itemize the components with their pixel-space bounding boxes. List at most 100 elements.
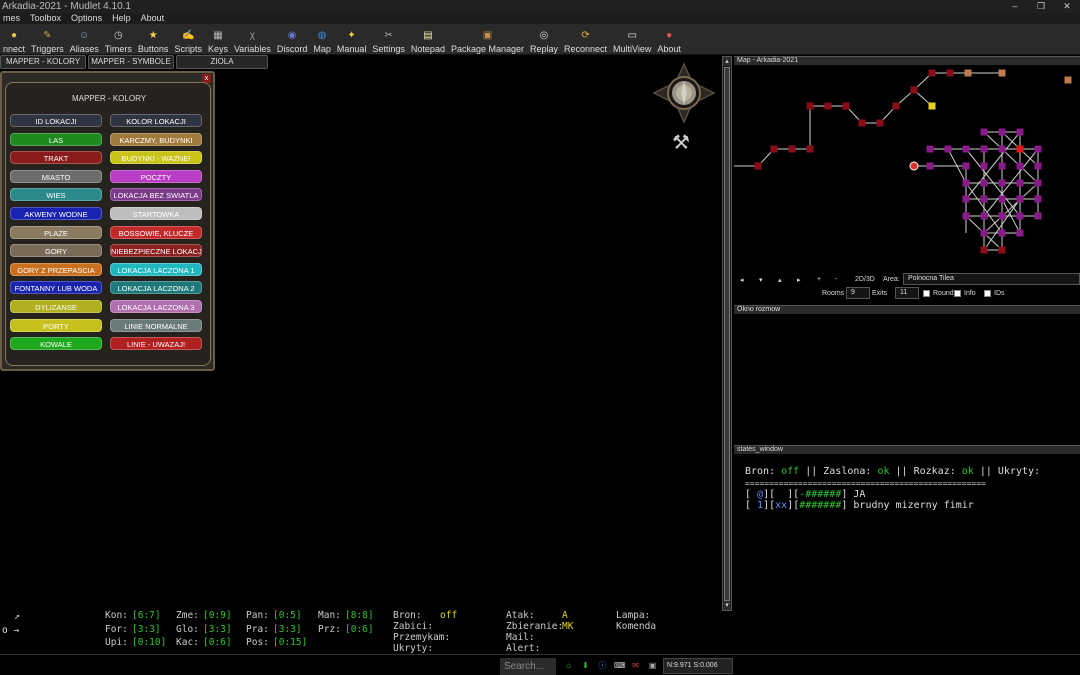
menu-help[interactable]: Help bbox=[109, 13, 138, 24]
map-room[interactable] bbox=[788, 145, 796, 153]
color-button-startowka[interactable]: STARTOWKA bbox=[110, 207, 202, 220]
map-room[interactable] bbox=[928, 102, 936, 110]
map-room[interactable] bbox=[998, 229, 1006, 237]
color-button-linie-uwazaj[interactable]: LINIE - UWAZAJ! bbox=[110, 337, 202, 351]
toolbar-button-keys[interactable]: ▦ Keys bbox=[205, 24, 231, 54]
map-room[interactable] bbox=[892, 102, 900, 110]
map-room[interactable] bbox=[980, 128, 988, 136]
toolbar-button-notepad[interactable]: ▤ Notepad bbox=[408, 24, 448, 54]
color-button-lokacja-laczona-3[interactable]: LOKACJA LACZONA 3 bbox=[110, 300, 202, 313]
map-room[interactable] bbox=[806, 145, 814, 153]
compass-widget[interactable] bbox=[652, 62, 716, 124]
color-button-trakt[interactable]: TRAKT bbox=[10, 151, 102, 165]
map-room[interactable] bbox=[998, 145, 1006, 153]
color-button-porty[interactable]: PORTY bbox=[10, 318, 102, 332]
color-button-budynki-wazne[interactable]: BUDYNKI - WAZNE! bbox=[110, 151, 202, 165]
color-button-kolor-lokacji[interactable]: KOLOR LOKACJI bbox=[110, 114, 202, 127]
keyboard-icon[interactable]: ⌨ bbox=[614, 661, 626, 670]
toolbar-button-reconnect[interactable]: ⟳ Reconnect bbox=[561, 24, 610, 54]
map-room[interactable] bbox=[980, 162, 988, 170]
tab-mapper-kolory[interactable]: MAPPER - KOLORY bbox=[0, 55, 86, 69]
maximize-button[interactable]: ❐ bbox=[1028, 0, 1054, 13]
map-room[interactable] bbox=[980, 212, 988, 220]
menu-about[interactable]: About bbox=[138, 13, 172, 24]
map-room[interactable] bbox=[858, 119, 866, 127]
map-room[interactable] bbox=[964, 69, 972, 77]
toolbar-button-package-manager[interactable]: ▣ Package Manager bbox=[448, 24, 527, 54]
map-room[interactable] bbox=[962, 179, 970, 187]
toolbar-button-variables[interactable]: χ Variables bbox=[231, 24, 274, 54]
map-room[interactable] bbox=[998, 128, 1006, 136]
toolbar-button-triggers[interactable]: ✎ Triggers bbox=[28, 24, 67, 54]
map-room[interactable] bbox=[980, 195, 988, 203]
map-room[interactable] bbox=[998, 195, 1006, 203]
mail-icon[interactable]: ✉ bbox=[631, 661, 640, 670]
color-button-kowale[interactable]: KOWALE bbox=[10, 337, 102, 351]
map-room[interactable] bbox=[962, 195, 970, 203]
color-button-dylizanse[interactable]: DYLIZANSE bbox=[10, 300, 102, 313]
map-room[interactable] bbox=[1034, 212, 1042, 220]
tab-ziola[interactable]: ZIOLA bbox=[176, 55, 268, 69]
color-button-poczty[interactable]: POCZTY bbox=[110, 169, 202, 183]
map-room[interactable] bbox=[1034, 195, 1042, 203]
map-room[interactable] bbox=[1016, 145, 1024, 153]
map-room[interactable] bbox=[770, 145, 778, 153]
map-right-button[interactable]: ▸ bbox=[797, 276, 801, 284]
color-button-lokacja-laczona-1[interactable]: LOKACJA LACZONA 1 bbox=[110, 262, 202, 276]
tools-icon[interactable]: ⚒ bbox=[672, 130, 698, 156]
map-room[interactable] bbox=[1016, 212, 1024, 220]
map-room[interactable] bbox=[876, 119, 884, 127]
tab-mapper-symbole[interactable]: MAPPER - SYMBOLE bbox=[88, 55, 174, 69]
search-input[interactable]: Search... bbox=[500, 658, 556, 675]
scroll-up-icon[interactable]: ▴ bbox=[723, 57, 731, 66]
color-button-miasto[interactable]: MIASTO bbox=[10, 169, 102, 183]
minimize-button[interactable]: – bbox=[1002, 0, 1028, 13]
map-room[interactable] bbox=[1064, 76, 1072, 84]
map-zoom-out-button[interactable]: - bbox=[835, 276, 837, 283]
map-room[interactable] bbox=[1034, 162, 1042, 170]
color-button-las[interactable]: LAS bbox=[10, 132, 102, 146]
map-room[interactable] bbox=[962, 212, 970, 220]
info-checkbox[interactable] bbox=[954, 290, 961, 297]
map-room[interactable] bbox=[806, 102, 814, 110]
color-button-wies[interactable]: WIES bbox=[10, 188, 102, 202]
color-button-fontanny-lub-woda[interactable]: FONTANNY LUB WODA bbox=[10, 281, 102, 295]
color-button-linie-normalne[interactable]: LINIE NORMALNE bbox=[110, 318, 202, 332]
map-room[interactable] bbox=[962, 162, 970, 170]
menu-games[interactable]: mes bbox=[0, 13, 27, 24]
map-room[interactable] bbox=[998, 179, 1006, 187]
color-button-lokacja-bez-swiatla[interactable]: LOKACJA BEZ SWIATLA bbox=[110, 188, 202, 202]
map-room[interactable] bbox=[980, 246, 988, 254]
toolbar-button-multiview[interactable]: ▭ MultiView bbox=[610, 24, 654, 54]
map-room[interactable] bbox=[944, 145, 952, 153]
map-room[interactable] bbox=[998, 212, 1006, 220]
map-room[interactable] bbox=[1034, 145, 1042, 153]
color-button-gory-z-przepascia[interactable]: GORY Z PRZEPASCIA bbox=[10, 262, 102, 276]
map-room[interactable] bbox=[754, 162, 762, 170]
color-button-niebezpieczne-lokacje[interactable]: NIEBEZPIECZNE LOKACJE bbox=[110, 244, 202, 258]
map-room[interactable] bbox=[980, 229, 988, 237]
menu-toolbox[interactable]: Toolbox bbox=[27, 13, 68, 24]
color-button-bossowie-klucze[interactable]: BOSSOWIE, KLUCZE bbox=[110, 225, 202, 239]
map-room[interactable] bbox=[926, 162, 934, 170]
close-button[interactable]: ✕ bbox=[1054, 0, 1080, 13]
rooms-spinbox[interactable]: 9 bbox=[846, 287, 870, 299]
ids-checkbox[interactable] bbox=[984, 290, 991, 297]
map-room[interactable] bbox=[1016, 195, 1024, 203]
lock-icon[interactable]: ▣ bbox=[648, 661, 657, 670]
toolbar-button-replay[interactable]: ◎ Replay bbox=[527, 24, 561, 54]
map-room[interactable] bbox=[1016, 179, 1024, 187]
toolbar-button-scripts[interactable]: ✍ Scripts bbox=[171, 24, 205, 54]
home-icon[interactable]: ⌂ bbox=[564, 661, 573, 670]
toolbar-button-nnect[interactable]: ● nnect bbox=[0, 24, 28, 54]
exits-spinbox[interactable]: 11 bbox=[895, 287, 919, 299]
map-down-button[interactable]: ▾ bbox=[759, 276, 763, 284]
toolbar-button-manual[interactable]: ✦ Manual bbox=[334, 24, 370, 54]
map-view[interactable] bbox=[734, 65, 1080, 273]
map-room[interactable] bbox=[1016, 128, 1024, 136]
menu-options[interactable]: Options bbox=[68, 13, 109, 24]
color-button-karczmy-budynki[interactable]: KARCZMY, BUDYNKI bbox=[110, 132, 202, 146]
map-zoom-in-button[interactable]: + bbox=[817, 276, 821, 283]
map-room[interactable] bbox=[998, 246, 1006, 254]
map-room[interactable] bbox=[998, 162, 1006, 170]
